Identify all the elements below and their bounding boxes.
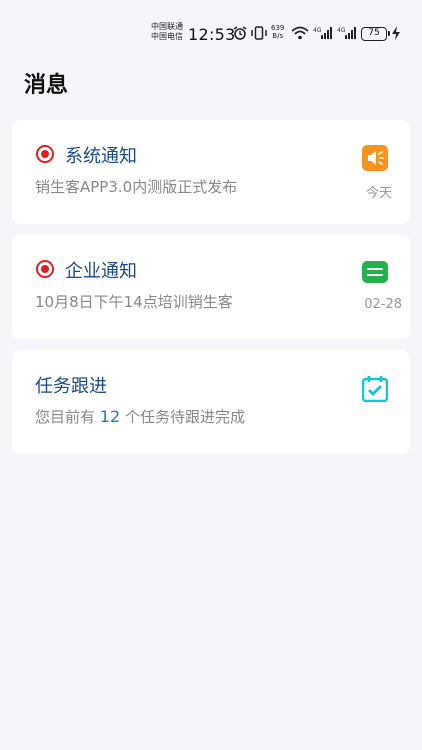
svg-text:4G: 4G [313, 27, 322, 34]
record-dot-icon [36, 260, 54, 278]
speed-unit: B/s [272, 32, 284, 40]
charging-icon [392, 26, 400, 40]
card-subtitle: 销生客APP3.0内测版正式发布 [35, 178, 238, 196]
card-date: 02-28 [364, 297, 402, 312]
enterprise-notice-card[interactable]: 企业通知 10月8日下午14点培训销生客 02-28 [12, 235, 410, 339]
carrier-1: 中国联通 [151, 22, 183, 31]
card-date: 今天 [365, 186, 392, 201]
carrier-info: 中国联通 中国电信 [151, 22, 183, 42]
battery-icon: 75 [361, 27, 390, 41]
signal-4g-icon: 4G [313, 27, 332, 39]
card-title: 系统通知 [65, 146, 137, 167]
calendar-check-icon [362, 376, 388, 402]
message-icon [362, 261, 388, 283]
wifi-icon [291, 26, 309, 40]
page-title: 消息 [24, 73, 69, 98]
task-followup-card[interactable]: 任务跟进 您目前有 12 个任务待跟进完成 [12, 350, 410, 454]
task-count: 12 [99, 407, 121, 426]
card-subtitle: 您目前有 12 个任务待跟进完成 [35, 406, 245, 427]
clock: 12:53 [188, 25, 236, 44]
megaphone-icon [362, 145, 388, 171]
battery-level: 75 [368, 28, 380, 38]
system-notice-card[interactable]: 系统通知 销生客APP3.0内测版正式发布 今天 [12, 120, 410, 224]
card-title: 企业通知 [65, 261, 137, 282]
status-bar: 中国联通 中国电信 12:53 639 B/s 4G 4G 75 [0, 0, 422, 70]
card-subtitle: 10月8日下午14点培训销生客 [35, 293, 233, 311]
svg-text:4G: 4G [337, 27, 346, 34]
signal-4g-icon: 4G [337, 27, 356, 39]
record-dot-icon [36, 145, 54, 163]
vibrate-icon [251, 26, 267, 40]
task-suffix: 个任务待跟进完成 [124, 408, 245, 426]
card-title: 任务跟进 [35, 376, 107, 397]
speed-value: 639 [271, 24, 285, 32]
carrier-2: 中国电信 [151, 32, 183, 41]
alarm-icon [233, 26, 247, 40]
task-prefix: 您目前有 [35, 408, 96, 426]
network-speed: 639 B/s [271, 24, 284, 40]
